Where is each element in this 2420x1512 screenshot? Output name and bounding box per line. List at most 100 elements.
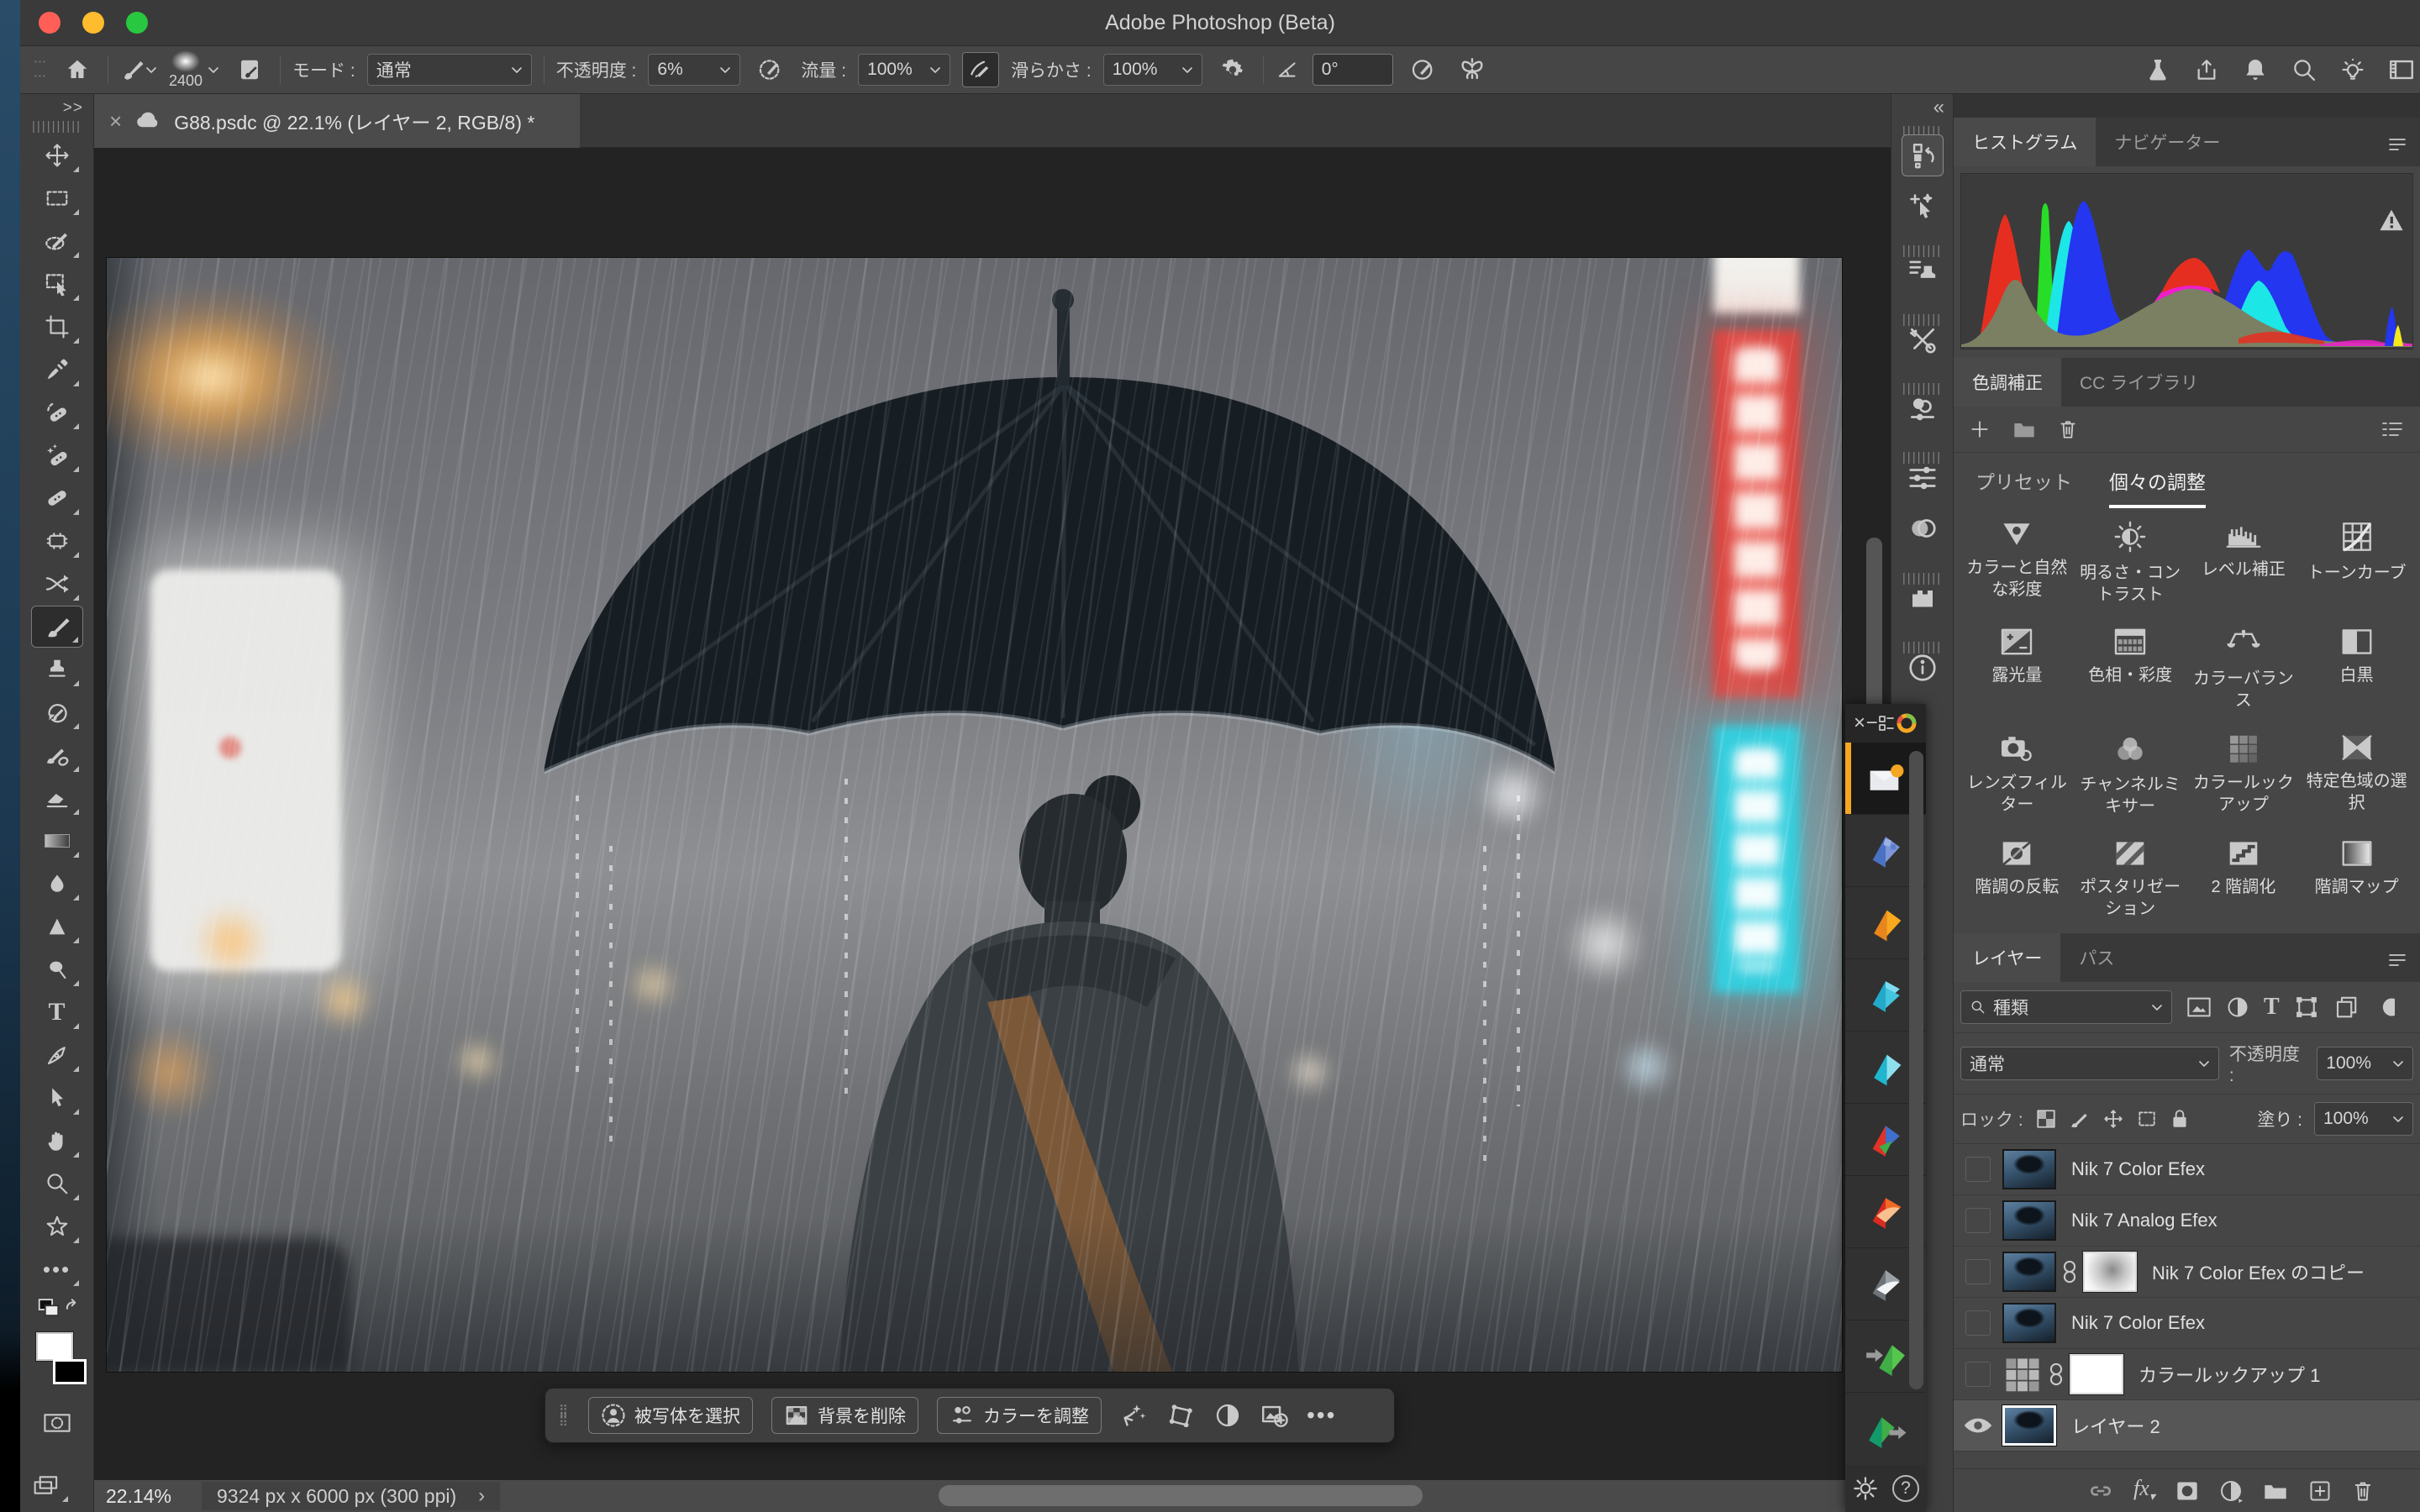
remove-background-button[interactable]: 背景を削除 <box>771 1397 918 1434</box>
move-tool[interactable] <box>31 134 83 176</box>
toolbar-expand[interactable]: >> <box>20 94 93 119</box>
dock-info-icon[interactable] <box>1907 652 1939 684</box>
eyedropper-tool[interactable] <box>31 349 83 391</box>
layer-opacity-select[interactable]: 100% <box>2317 1047 2413 1080</box>
zoom-window-button[interactable] <box>126 12 148 34</box>
nik-item-export[interactable] <box>1845 1393 1926 1465</box>
nik-scrollbar[interactable] <box>1909 751 1923 1389</box>
clone-stamp-tool[interactable] <box>31 648 83 690</box>
history-brush-tool[interactable] <box>31 691 83 733</box>
visibility-eye-icon[interactable] <box>1963 1415 1993 1436</box>
new-group-icon[interactable] <box>2263 1481 2288 1501</box>
mixer-brush-tool[interactable] <box>31 734 83 776</box>
tab-layers[interactable]: レイヤー <box>1954 933 2060 982</box>
adjustment-icon[interactable] <box>1214 1402 1241 1429</box>
beta-feedback-flask-icon[interactable] <box>2139 52 2176 87</box>
tab-paths[interactable]: パス <box>2060 933 2133 982</box>
dock-actions-icon[interactable] <box>1907 255 1939 287</box>
smoothing-gear-icon[interactable] <box>1214 52 1251 87</box>
adj-posterize[interactable]: ポスタリゼーション <box>2074 839 2187 920</box>
zoom-tool[interactable] <box>31 1163 83 1205</box>
flow-select[interactable]: 100% <box>858 54 950 86</box>
discover-lightbulb-icon[interactable] <box>2334 52 2371 87</box>
layer-thumbnail[interactable] <box>2002 1149 2056 1189</box>
layer-row-selected[interactable]: レイヤー 2 <box>1954 1400 2420 1452</box>
adj-color-balance[interactable]: カラーバランス <box>2187 627 2301 711</box>
link-layers-icon[interactable] <box>2088 1480 2113 1502</box>
adj-curves[interactable]: トーンカーブ <box>2300 520 2413 606</box>
filter-pixel-layers-icon[interactable] <box>2186 996 2212 1018</box>
brush-angle-field[interactable]: 0° <box>1313 54 1393 86</box>
layer-blend-mode-select[interactable]: 通常 <box>1960 1047 2219 1080</box>
adj-color-vibrance[interactable]: カラーと自然な彩度 <box>1960 520 2074 606</box>
transform-icon[interactable] <box>1167 1401 1196 1430</box>
adj-levels[interactable]: レベル補正 <box>2187 520 2301 606</box>
adj-invert[interactable]: 階調の反転 <box>1960 839 2074 920</box>
adj-hue-saturation[interactable]: 色相・彩度 <box>2074 627 2187 711</box>
layer-thumbnail[interactable] <box>2002 1303 2056 1343</box>
crop-tool[interactable] <box>31 306 83 348</box>
smoothing-select[interactable]: 100% <box>1103 54 1202 86</box>
filter-type-layers-icon[interactable]: T <box>2264 994 2280 1021</box>
layer-mask-thumbnail[interactable] <box>2070 1354 2123 1394</box>
object-selection-tool[interactable] <box>31 263 83 305</box>
patch-tool[interactable] <box>31 520 83 562</box>
adj-threshold[interactable]: 2 階調化 <box>2187 839 2301 920</box>
filter-adjustment-layers-icon[interactable] <box>2226 995 2249 1019</box>
dodge-tool[interactable] <box>31 948 83 990</box>
gradient-tool[interactable] <box>31 820 83 862</box>
dock-clone-source-icon[interactable] <box>1907 393 1939 425</box>
swap-colors-button[interactable] <box>31 1291 83 1328</box>
path-selection-tool[interactable] <box>31 1077 83 1119</box>
taskbar-grip[interactable]: ⣿⣿ <box>559 1407 570 1424</box>
shape-tool[interactable] <box>31 1205 83 1247</box>
filter-shape-layers-icon[interactable] <box>2294 995 2319 1020</box>
symmetry-butterfly-icon[interactable] <box>1454 52 1491 87</box>
filter-fill-layers-icon[interactable] <box>2373 995 2395 1019</box>
nik-gear-icon[interactable] <box>1852 1475 1879 1502</box>
dock-properties-icon[interactable] <box>1907 462 1939 494</box>
tab-histogram[interactable]: ヒストグラム <box>1954 118 2096 166</box>
histogram-warning-icon[interactable] <box>2377 207 2406 233</box>
layer-mask-thumbnail[interactable] <box>2083 1252 2137 1292</box>
layer-thumbnail[interactable] <box>2002 1200 2056 1241</box>
tab-navigator[interactable]: ナビゲーター <box>2096 118 2238 166</box>
remove-tool[interactable] <box>31 434 83 476</box>
close-document-icon[interactable]: × <box>109 108 122 134</box>
adj-gradient-map[interactable]: 階調マップ <box>2300 839 2413 920</box>
lock-position-icon[interactable] <box>2102 1108 2124 1130</box>
edit-toolbar-button[interactable]: ••• <box>31 1248 83 1290</box>
color-lookup-layer-icon[interactable] <box>2002 1356 2043 1393</box>
home-button[interactable] <box>59 52 96 87</box>
add-layer-mask-icon[interactable] <box>2175 1480 2199 1502</box>
close-window-button[interactable] <box>39 12 60 34</box>
toggle-brush-settings-icon[interactable] <box>231 52 268 87</box>
sharpen-tool[interactable] <box>31 906 83 948</box>
minimize-window-button[interactable] <box>82 12 104 34</box>
visibility-toggle[interactable] <box>1965 1259 1991 1284</box>
dock-versions-icon[interactable] <box>1902 134 1944 176</box>
dock-collapse[interactable]: « <box>1891 94 1953 121</box>
opacity-select[interactable]: 6% <box>648 54 740 86</box>
brush-tool-preset-icon[interactable] <box>120 52 157 87</box>
filter-smart-objects-icon[interactable] <box>2333 995 2359 1020</box>
status-chevron-icon[interactable]: › <box>478 1484 485 1508</box>
delete-trash-icon[interactable] <box>2058 418 2078 440</box>
document-dimensions-box[interactable]: 9324 px x 6000 px (300 ppi) › <box>202 1482 500 1510</box>
healing-brush-tool[interactable] <box>31 477 83 519</box>
blur-tool[interactable] <box>31 863 83 905</box>
brush-tool[interactable] <box>31 606 83 648</box>
pen-tool[interactable] <box>31 1034 83 1076</box>
delete-layer-icon[interactable] <box>2352 1479 2374 1503</box>
document-tab[interactable]: × G88.psdc @ 22.1% (レイヤー 2, RGB/8) * <box>94 94 580 148</box>
brush-preview[interactable]: 2400 <box>169 50 219 90</box>
airbrush-toggle[interactable] <box>962 52 999 87</box>
options-grip[interactable]: ⋮⋮ <box>32 55 47 84</box>
nik-close-icon[interactable]: × <box>1854 711 1865 735</box>
more-options-icon[interactable]: ••• <box>1307 1402 1336 1429</box>
canvas-area[interactable] <box>94 148 1891 1480</box>
tab-adjustments[interactable]: 色調補正 <box>1954 358 2061 407</box>
selection-brush-tool[interactable] <box>31 220 83 262</box>
pressure-size-icon[interactable] <box>1405 52 1442 87</box>
lock-all-icon[interactable] <box>2170 1108 2190 1130</box>
